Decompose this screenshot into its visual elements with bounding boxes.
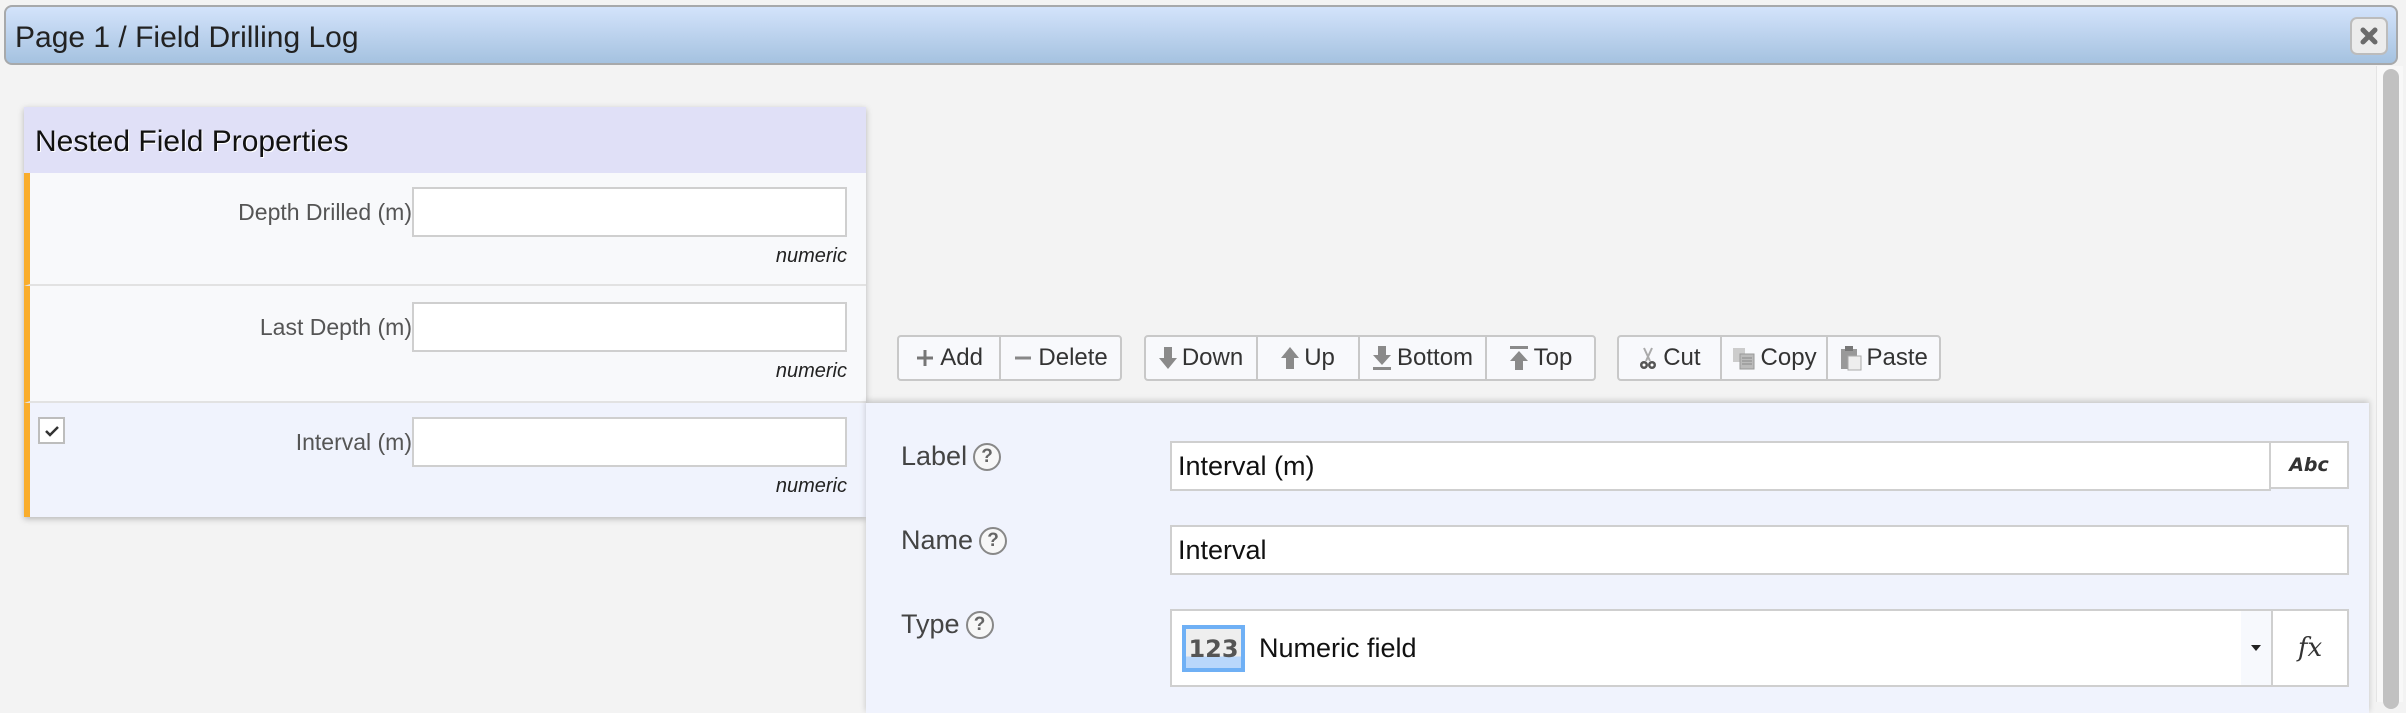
text-format-button[interactable]: Abc [2269, 441, 2349, 489]
field-label: Interval (m) [295, 429, 412, 455]
copy-label: Copy [1760, 344, 1817, 371]
copy-icon [1732, 348, 1755, 370]
type-select-value: Numeric field [1259, 632, 1417, 663]
delete-label: Delete [1038, 344, 1108, 371]
type-select[interactable]: 123 Numeric field [1170, 609, 2273, 687]
plus-icon [917, 350, 934, 366]
field-input[interactable] [412, 302, 847, 352]
delete-button[interactable]: Delete [1001, 337, 1120, 379]
arrow-down-icon [1158, 347, 1177, 369]
row-checkbox[interactable] [38, 417, 65, 444]
type-caption: Type [901, 609, 960, 639]
nested-field-properties-panel: Nested Field Properties Depth Drilled (m… [24, 107, 886, 517]
field-row-selected[interactable]: Interval (m) numeric [24, 403, 886, 517]
field-type-hint: numeric [775, 475, 847, 497]
name-caption: Name [901, 525, 974, 555]
type-field-label: Type ? [901, 609, 994, 640]
help-icon[interactable]: ? [965, 610, 994, 639]
name-field-label: Name ? [901, 525, 1008, 556]
top-button[interactable]: Top [1487, 337, 1594, 379]
paste-label: Paste [1866, 344, 1928, 371]
bottom-button[interactable]: Bottom [1360, 337, 1487, 379]
bottom-label: Bottom [1397, 344, 1474, 371]
chevron-down-icon [2251, 645, 2261, 651]
field-property-editor: Label ? Interval (m) Abc Name ? Interval… [866, 403, 2369, 713]
down-button[interactable]: Down [1146, 337, 1258, 379]
top-label: Top [1533, 344, 1573, 371]
window-titlebar: Page 1 / Field Drilling Log [4, 5, 2398, 65]
field-label: Depth Drilled (m) [238, 199, 412, 225]
field-label: Last Depth (m) [259, 314, 412, 340]
formula-button[interactable]: fx [2271, 609, 2349, 687]
minus-icon [1015, 356, 1032, 360]
up-button[interactable]: Up [1258, 337, 1361, 379]
help-icon[interactable]: ? [979, 526, 1008, 555]
close-icon [2360, 27, 2378, 45]
down-label: Down [1181, 344, 1244, 371]
field-row[interactable]: Last Depth (m) numeric [24, 286, 866, 403]
label-caption: Label [901, 441, 968, 471]
field-input[interactable] [412, 417, 847, 467]
paste-icon [1840, 346, 1862, 371]
panel-header: Nested Field Properties [24, 107, 866, 173]
add-button[interactable]: Add [899, 337, 1002, 379]
label-field-label: Label ? [901, 441, 1002, 472]
move-to-bottom-icon [1373, 346, 1392, 370]
arrow-up-icon [1281, 347, 1300, 369]
field-row[interactable]: Depth Drilled (m) numeric [24, 173, 866, 286]
dropdown-toggle[interactable] [2241, 611, 2271, 685]
field-input[interactable] [412, 187, 847, 237]
help-icon[interactable]: ? [973, 442, 1002, 471]
toolbar-group-edit: Add Delete [897, 335, 1122, 381]
copy-button[interactable]: Copy [1722, 337, 1829, 379]
field-type-hint: numeric [775, 360, 847, 382]
checkmark-icon [44, 425, 59, 437]
up-label: Up [1304, 344, 1335, 371]
name-input[interactable]: Interval [1170, 525, 2349, 575]
cut-label: Cut [1663, 344, 1701, 371]
label-input[interactable]: Interval (m) [1170, 441, 2271, 491]
numeric-type-icon: 123 [1182, 624, 1245, 672]
cut-button[interactable]: Cut [1619, 337, 1722, 379]
toolbar-group-move: Down Up Bottom Top [1144, 335, 1596, 381]
panel-title: Nested Field Properties [35, 125, 349, 158]
close-button[interactable] [2350, 17, 2388, 55]
field-type-hint: numeric [775, 245, 847, 267]
toolbar-group-clipboard: Cut Copy Paste [1617, 335, 1941, 381]
add-label: Add [940, 344, 983, 371]
scissors-icon [1640, 347, 1657, 369]
scrollbar-thumb[interactable] [2383, 69, 2399, 709]
window-title: Page 1 / Field Drilling Log [15, 21, 359, 54]
paste-button[interactable]: Paste [1828, 337, 1939, 379]
vertical-scrollbar[interactable] [2376, 66, 2403, 709]
move-to-top-icon [1509, 346, 1528, 370]
